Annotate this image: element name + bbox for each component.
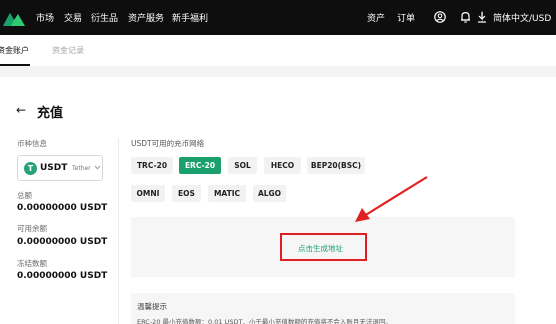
language-currency-selector[interactable]: 简体中文/USD	[493, 11, 551, 24]
back-arrow-icon[interactable]: ←	[16, 104, 26, 116]
frozen-label: 冻结数额	[17, 259, 47, 268]
total-value: 0.00000000 USDT	[17, 203, 108, 213]
coin-code: USDT	[40, 163, 68, 173]
tether-icon: T	[24, 162, 37, 175]
bell-icon[interactable]	[460, 11, 471, 23]
available-label: 可用余额	[17, 224, 47, 233]
nav-newbie-rewards[interactable]: 新手福利	[172, 11, 208, 24]
top-nav-bar: 市场 交易 衍生品 资产服务 新手福利 资产 订单 简体中文/USD	[0, 0, 556, 35]
network-bep20-button[interactable]: BEP20(BSC)	[307, 157, 365, 174]
logo-icon[interactable]	[3, 10, 25, 26]
coin-selector[interactable]: T USDT Tether	[17, 155, 103, 181]
annotation-highlight-box	[280, 233, 367, 261]
network-heco-button[interactable]: HECO	[264, 157, 301, 174]
nav-market[interactable]: 市场	[36, 11, 54, 24]
network-label: USDT可用的充币网络	[131, 139, 205, 148]
tab-funding-records[interactable]: 资金记录	[52, 45, 84, 56]
available-value: 0.00000000 USDT	[17, 237, 108, 247]
total-label: 总额	[17, 191, 32, 200]
download-icon[interactable]	[477, 11, 487, 23]
network-sol-button[interactable]: SOL	[228, 157, 257, 174]
nav-orders[interactable]: 订单	[397, 11, 415, 24]
tips-title: 温馨提示	[137, 302, 167, 311]
network-matic-button[interactable]: MATIC	[208, 185, 246, 202]
network-omni-button[interactable]: OMNI	[131, 185, 165, 202]
network-trc20-button[interactable]: TRC-20	[131, 157, 173, 174]
account-tabs: 资金账户 资金记录	[0, 35, 556, 66]
nav-derivatives[interactable]: 衍生品	[91, 11, 118, 24]
coin-info-label: 币种信息	[17, 139, 47, 148]
tab-funding-account[interactable]: 资金账户	[0, 45, 29, 56]
tips-text: ERC-20 最小充值数额：0.01 USDT，小于最小充值数额的充值将不会入账…	[137, 318, 392, 324]
section-separator	[0, 66, 556, 77]
coin-name: Tether	[72, 165, 91, 172]
nav-assets[interactable]: 资产	[367, 11, 385, 24]
nav-asset-services[interactable]: 资产服务	[128, 11, 164, 24]
network-eos-button[interactable]: EOS	[172, 185, 201, 202]
page-title: 充值	[37, 106, 64, 121]
frozen-value: 0.00000000 USDT	[17, 271, 108, 281]
user-icon[interactable]	[434, 11, 446, 23]
nav-trade[interactable]: 交易	[64, 11, 82, 24]
column-divider	[118, 138, 119, 324]
network-erc20-button[interactable]: ERC-20	[179, 157, 221, 174]
network-algo-button[interactable]: ALGO	[253, 185, 286, 202]
chevron-down-icon	[94, 165, 101, 170]
